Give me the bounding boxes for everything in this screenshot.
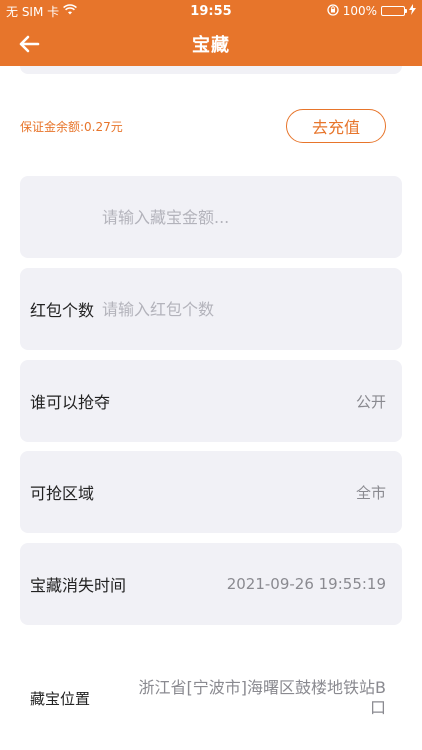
status-right: 100% xyxy=(327,3,416,19)
back-button[interactable] xyxy=(16,31,42,57)
grab-area-value: 全市 xyxy=(355,483,386,502)
battery-icon xyxy=(381,6,407,16)
expire-time-value: 2021-09-26 19:55:19 xyxy=(226,575,386,593)
orientation-lock-icon xyxy=(327,3,339,19)
status-left: 无 SIM 卡 xyxy=(6,3,78,20)
deposit-row: 保证金余额:0.27元 去充值 xyxy=(20,106,402,146)
page-title: 宝藏 xyxy=(192,35,230,56)
status-bar: 无 SIM 卡 19:55 100% xyxy=(0,0,422,22)
count-label: 红包个数 xyxy=(30,301,95,320)
who-can-grab-value: 公开 xyxy=(355,392,386,411)
wifi-icon xyxy=(63,4,78,18)
grab-area-row[interactable]: 可抢区域 全市 xyxy=(20,451,402,533)
amount-card xyxy=(20,176,402,258)
grab-area-label: 可抢区域 xyxy=(30,484,95,503)
nav-bar: 宝藏 xyxy=(0,22,422,66)
who-can-grab-row[interactable]: 谁可以抢夺 公开 xyxy=(20,360,402,442)
expire-time-row[interactable]: 宝藏消失时间 2021-09-26 19:55:19 xyxy=(20,543,402,625)
count-input[interactable] xyxy=(102,294,386,324)
who-can-grab-label: 谁可以抢夺 xyxy=(30,393,111,412)
arrow-left-icon xyxy=(19,35,40,53)
treasure-location-value: 浙江省[宁波市]海曙区鼓楼地铁站B口 xyxy=(138,678,386,717)
previous-card-edge xyxy=(20,66,402,74)
deposit-balance: 保证金余额:0.27元 xyxy=(20,119,123,134)
charging-bolt-icon xyxy=(409,4,416,18)
carrier-text: 无 SIM 卡 xyxy=(6,4,60,19)
expire-time-label: 宝藏消失时间 xyxy=(30,576,127,595)
amount-input[interactable] xyxy=(102,202,386,232)
treasure-location-label: 藏宝位置 xyxy=(30,689,91,708)
recharge-button[interactable]: 去充值 xyxy=(286,109,386,143)
treasure-location-row[interactable]: 藏宝位置 浙江省[宁波市]海曙区鼓楼地铁站B口 xyxy=(20,668,402,728)
count-card: 红包个数 xyxy=(20,268,402,350)
battery-percent: 100% xyxy=(342,4,377,18)
